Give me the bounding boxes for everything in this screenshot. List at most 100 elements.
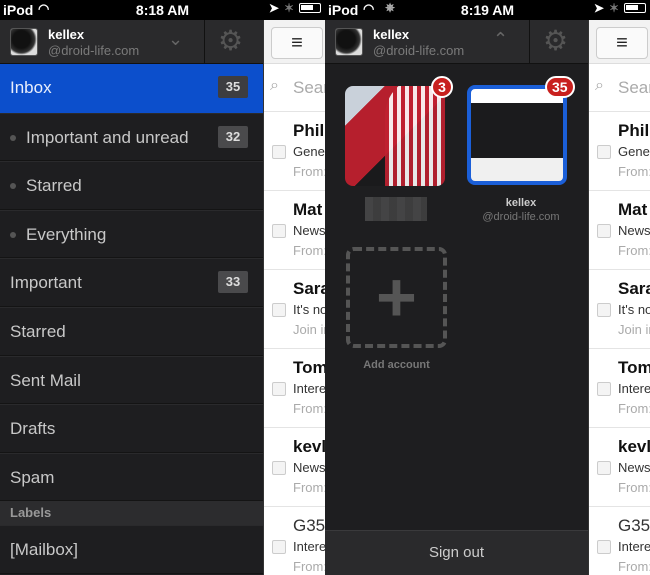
message-preview: From:: [293, 480, 325, 495]
message-checkbox[interactable]: [272, 540, 286, 554]
message-preview: From:: [618, 559, 650, 574]
sidebar-item-label: Starred: [26, 176, 82, 196]
sidebar-item-label: Drafts: [10, 419, 56, 439]
message-row[interactable]: Phil Gene From:: [264, 112, 325, 191]
sidebar-item-drafts[interactable]: Drafts: [0, 404, 263, 453]
sidebar-item-label: Everything: [26, 224, 107, 244]
account-tile-domain: @droid-life.com: [482, 211, 560, 223]
message-checkbox[interactable]: [272, 461, 286, 475]
sidebar-item-label: Sent Mail: [10, 370, 81, 390]
message-checkbox[interactable]: [272, 303, 286, 317]
mail-toolbar: ≡: [589, 20, 650, 64]
sidebar-item-spam[interactable]: Spam: [0, 452, 263, 502]
message-row[interactable]: kevl News From:: [589, 428, 650, 507]
sidebar-item-label: [Mailbox]: [10, 540, 79, 560]
search-icon: ⌕: [270, 77, 279, 94]
message-sender: Phil: [618, 121, 650, 140]
chevron-down-icon[interactable]: ⌄: [168, 29, 183, 50]
sidebar-item-starred[interactable]: Starred: [0, 306, 263, 356]
sign-out-button[interactable]: Sign out: [325, 530, 588, 575]
message-row[interactable]: G35 Intere From:: [264, 507, 325, 575]
sidebar-item-label: Spam: [10, 467, 55, 487]
message-row[interactable]: Sara It's no Join in: [589, 270, 650, 349]
gear-icon[interactable]: ⚙: [543, 24, 568, 57]
search-bar[interactable]: ⌕ Sear: [264, 64, 325, 112]
message-row[interactable]: kevl News From:: [264, 428, 325, 507]
bluetooth-icon: ✶: [608, 1, 619, 15]
message-checkbox[interactable]: [272, 224, 286, 238]
account-tile-selected[interactable]: [467, 85, 567, 185]
message-row[interactable]: Tom Intere From:: [264, 349, 325, 428]
message-subject: News: [293, 460, 325, 475]
message-sender: Tom: [618, 358, 650, 377]
message-checkbox[interactable]: [597, 145, 611, 159]
unread-count: 35: [218, 76, 248, 98]
message-checkbox[interactable]: [597, 303, 611, 317]
sidebar-item-important[interactable]: Important 33: [0, 258, 263, 307]
message-checkbox[interactable]: [597, 224, 611, 238]
message-checkbox[interactable]: [597, 540, 611, 554]
mail-toolbar: ≡: [264, 20, 325, 64]
account-name: kellex: [373, 27, 410, 42]
message-sender: Sara: [293, 279, 325, 298]
sidebar-item-important-and-unread[interactable]: Important and unread 32: [0, 112, 263, 162]
message-preview: Join in: [618, 322, 650, 337]
message-sender: Phil: [293, 121, 325, 140]
account-tile-other[interactable]: [345, 86, 445, 186]
bluetooth-icon: ✶: [283, 1, 294, 15]
search-input[interactable]: Sear: [618, 78, 650, 98]
message-row[interactable]: Phil Gene From:: [589, 112, 650, 191]
sidebar-item-sent-mail[interactable]: Sent Mail: [0, 355, 263, 405]
message-preview: From:: [618, 164, 650, 179]
message-sender: Sara: [618, 279, 650, 298]
message-row[interactable]: Tom Intere From:: [589, 349, 650, 428]
message-sender: kevl: [618, 437, 650, 456]
message-subject: Gene: [293, 144, 325, 159]
sidebar-item-everything[interactable]: Everything: [0, 209, 263, 259]
avatar: [335, 28, 363, 56]
gear-icon[interactable]: ⚙: [218, 24, 243, 57]
unread-count: 33: [218, 271, 248, 294]
unread-badge: 3: [431, 76, 453, 98]
message-preview: From:: [618, 401, 650, 416]
account-header[interactable]: kellex @droid-life.com ⌄ ⚙: [0, 20, 263, 64]
battery-icon: [299, 3, 321, 13]
message-preview: From:: [293, 559, 325, 574]
message-sender: kevl: [293, 437, 325, 456]
message-checkbox[interactable]: [272, 145, 286, 159]
sidebar-item-inbox[interactable]: Inbox 35: [0, 64, 263, 113]
message-sender: G35: [618, 516, 650, 535]
account-header[interactable]: kellex @droid-life.com ⌃ ⚙: [325, 20, 588, 64]
plus-icon: +: [376, 258, 417, 336]
sidebar-item-starred[interactable]: Starred: [0, 161, 263, 210]
search-bar[interactable]: ⌕ Sear: [589, 64, 650, 112]
battery-icon: [624, 3, 646, 13]
chevron-up-icon[interactable]: ⌃: [493, 29, 508, 50]
menu-button[interactable]: ≡: [271, 27, 323, 59]
message-subject: News: [618, 460, 650, 475]
unread-badge: 35: [545, 76, 575, 98]
message-preview: From:: [293, 164, 325, 179]
message-row[interactable]: G35 Intere From:: [589, 507, 650, 575]
location-icon: ➤: [268, 1, 279, 15]
message-subject: Intere: [293, 539, 325, 554]
message-preview: From:: [293, 243, 325, 258]
sidebar-item-label-mailbox[interactable]: [Mailbox]: [0, 525, 263, 574]
search-input[interactable]: Sear: [293, 78, 325, 98]
message-checkbox[interactable]: [597, 382, 611, 396]
add-account-button[interactable]: +: [346, 247, 447, 348]
menu-button[interactable]: ≡: [596, 27, 648, 59]
message-row[interactable]: Sara It's no Join in: [264, 270, 325, 349]
message-sender: Mat: [293, 200, 323, 219]
phone-right: iPod ◠ ✵ 8:19 AM ➤ ✶ kellex @droid-life.c…: [325, 0, 650, 575]
redacted-account-name: [365, 197, 427, 221]
search-icon: ⌕: [595, 77, 604, 94]
message-subject: News: [293, 223, 325, 238]
divider: [529, 20, 530, 63]
message-checkbox[interactable]: [272, 382, 286, 396]
message-checkbox[interactable]: [597, 461, 611, 475]
message-row[interactable]: Mat News From:: [264, 191, 325, 270]
message-sender: Tom: [293, 358, 325, 377]
message-row[interactable]: Mat News From:: [589, 191, 650, 270]
status-bar: iPod ◠ 8:18 AM ➤ ✶: [0, 0, 325, 20]
